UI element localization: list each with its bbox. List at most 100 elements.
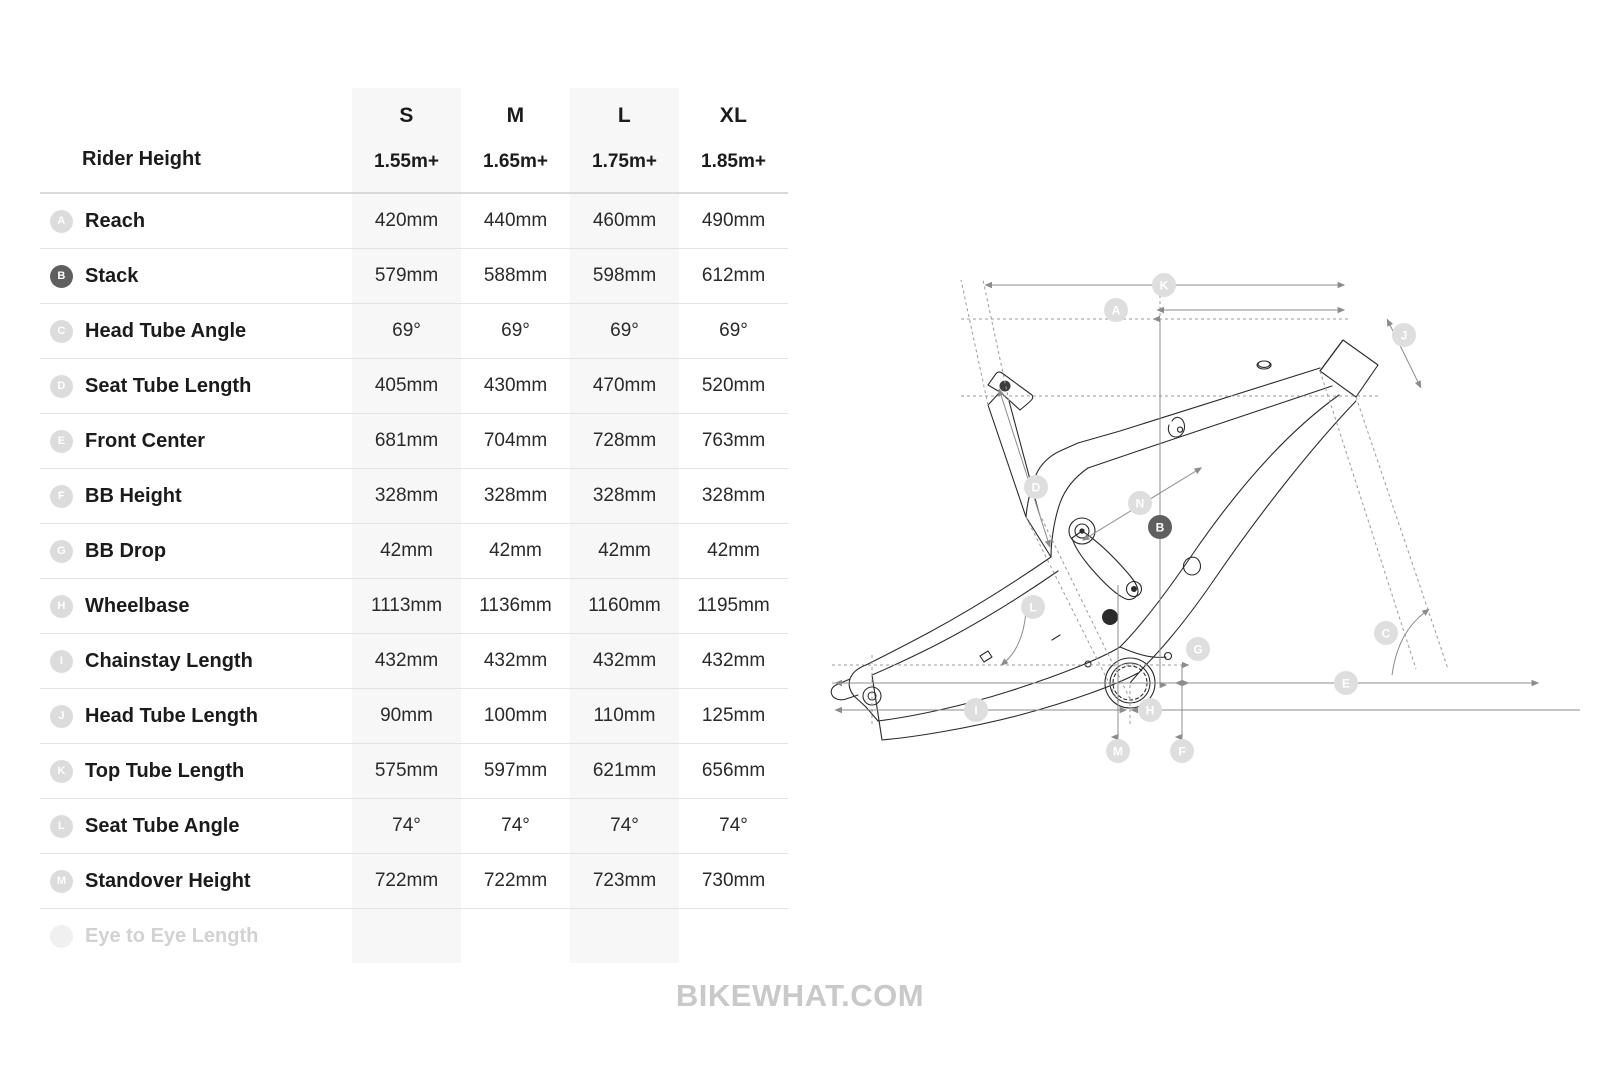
value-cell: 656mm: [679, 743, 788, 799]
column-header-size-xl[interactable]: XL: [679, 88, 788, 148]
svg-text:E: E: [1342, 677, 1350, 691]
diagram-badge-m-icon: M: [1106, 739, 1130, 763]
value-cell: 1195mm: [679, 578, 788, 634]
table-row: B Stack 579mm 588mm 598mm 612mm: [40, 248, 788, 304]
bike-frame-geometry-diagram: A B C D E F G H I J K L M N: [820, 255, 1580, 775]
row-badge-icon: C: [50, 319, 73, 343]
table-row: A Reach 420mm 440mm 460mm 490mm: [40, 192, 788, 249]
rider-height-m: 1.65m+: [483, 151, 548, 172]
table-body: A Reach 420mm 440mm 460mm 490mm B Stack 579mm 588…: [40, 192, 788, 963]
value-cell: [461, 908, 570, 963]
table-row: J Head Tube Length 90mm 100mm 110mm 125mm: [40, 688, 788, 744]
row-label: Head Tube Length: [85, 704, 258, 727]
watermark-bikewhat: BIKEWHAT.COM: [675, 978, 925, 1013]
table-row: M Standover Height 722mm 722mm 723mm 730mm: [40, 853, 788, 909]
value-cell: 69°: [352, 303, 461, 359]
row-badge-icon: A: [50, 209, 73, 233]
value-cell: 432mm: [570, 633, 679, 689]
row-label: BB Height: [85, 484, 182, 507]
row-label-cell: I Chainstay Length: [40, 633, 352, 689]
table-row: F BB Height 328mm 328mm 328mm 328mm: [40, 468, 788, 524]
row-badge-icon: K: [50, 759, 73, 783]
value-cell: 42mm: [461, 523, 570, 579]
value-cell: 328mm: [679, 468, 788, 524]
diagram-badge-f-icon: F: [1170, 739, 1194, 763]
value-cell: 100mm: [461, 688, 570, 744]
rider-height-l: 1.75m+: [570, 148, 679, 193]
value-cell: 1113mm: [352, 578, 461, 634]
value-cell: 74°: [570, 798, 679, 854]
row-label: Eye to Eye Length: [85, 924, 259, 947]
table-row: D Seat Tube Length 405mm 430mm 470mm 520mm: [40, 358, 788, 414]
table-row: E Front Center 681mm 704mm 728mm 763mm: [40, 413, 788, 469]
value-cell: 612mm: [679, 248, 788, 304]
diagram-badge-i-icon: I: [964, 698, 988, 722]
frame-outline: [830, 339, 1379, 741]
svg-text:B: B: [1156, 521, 1165, 535]
value-cell: 728mm: [570, 413, 679, 469]
diagram-badge-a-icon: A: [1104, 298, 1128, 322]
row-label: Head Tube Angle: [85, 319, 247, 342]
value-cell: 432mm: [352, 633, 461, 689]
diagram-badge-n-icon: N: [1128, 491, 1152, 515]
diagram-badge-k-icon: K: [1152, 273, 1176, 297]
column-header-size-l[interactable]: L: [570, 88, 679, 148]
value-cell: 1160mm: [570, 578, 679, 634]
value-cell: 470mm: [570, 358, 679, 414]
row-label-cell: J Head Tube Length: [40, 688, 352, 744]
value-cell: 763mm: [679, 413, 788, 469]
row-badge-icon: B: [50, 264, 73, 288]
table-row: L Seat Tube Angle 74° 74° 74° 74°: [40, 798, 788, 854]
table-row: I Chainstay Length 432mm 432mm 432mm 432mm: [40, 633, 788, 689]
value-cell: 328mm: [461, 468, 570, 524]
table-row: G BB Drop 42mm 42mm 42mm 42mm: [40, 523, 788, 579]
value-cell: 125mm: [679, 688, 788, 744]
value-cell: 588mm: [461, 248, 570, 304]
value-cell: 579mm: [352, 248, 461, 304]
rider-height-xl: 1.85m+: [701, 151, 766, 172]
svg-text:G: G: [1193, 643, 1202, 657]
svg-text:D: D: [1032, 481, 1041, 495]
svg-text:A: A: [1112, 304, 1121, 318]
value-cell: 90mm: [352, 688, 461, 744]
table-row: K Top Tube Length 575mm 597mm 621mm 656mm: [40, 743, 788, 799]
row-label: Standover Height: [85, 869, 251, 892]
row-label-cell: G BB Drop: [40, 523, 352, 579]
svg-text:J: J: [1401, 329, 1408, 343]
diagram-badge-b-icon: B: [1148, 515, 1172, 539]
row-badge-icon: J: [50, 704, 73, 728]
row-label: Stack: [85, 264, 139, 287]
rider-height-label: Rider Height: [82, 148, 201, 170]
header-row-size: S M L XL: [40, 88, 788, 148]
diagram-badge-e-icon: E: [1334, 671, 1358, 695]
diagram-badge-j-icon: J: [1392, 323, 1416, 347]
row-label-cell: H Wheelbase: [40, 578, 352, 634]
column-header-size-s[interactable]: S: [352, 88, 461, 148]
value-cell: 328mm: [570, 468, 679, 524]
value-cell: 420mm: [352, 192, 461, 249]
svg-text:L: L: [1029, 601, 1036, 615]
value-cell: 730mm: [679, 853, 788, 909]
value-cell: [679, 908, 788, 963]
column-header-size-m[interactable]: M: [461, 88, 570, 148]
row-label: Top Tube Length: [85, 759, 245, 782]
value-cell: 42mm: [570, 523, 679, 579]
value-cell: 681mm: [352, 413, 461, 469]
value-cell: 405mm: [352, 358, 461, 414]
value-cell: 69°: [679, 303, 788, 359]
value-cell: 490mm: [679, 192, 788, 249]
value-cell: 520mm: [679, 358, 788, 414]
row-label: Chainstay Length: [85, 649, 253, 672]
value-cell: 430mm: [461, 358, 570, 414]
row-badge-icon: E: [50, 429, 73, 453]
header-spacer: [40, 88, 352, 148]
row-label-cell: L Seat Tube Angle: [40, 798, 352, 854]
value-cell: 42mm: [679, 523, 788, 579]
value-cell: 621mm: [570, 743, 679, 799]
svg-text:H: H: [1146, 704, 1155, 718]
row-label: Wheelbase: [85, 594, 190, 617]
value-cell: 722mm: [352, 853, 461, 909]
row-label-cell: B Stack: [40, 248, 352, 304]
value-cell: 704mm: [461, 413, 570, 469]
row-badge-icon: D: [50, 374, 73, 398]
